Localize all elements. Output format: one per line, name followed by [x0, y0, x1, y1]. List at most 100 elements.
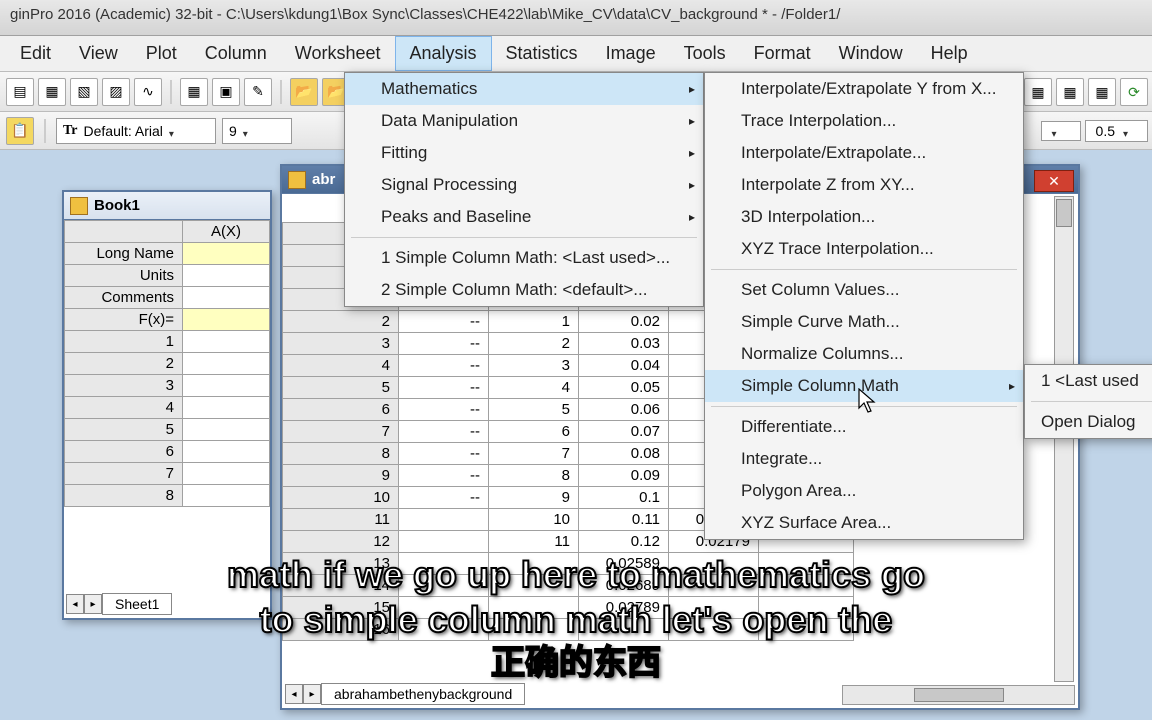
cell[interactable] [489, 597, 579, 619]
sheet-tab-sheet1[interactable]: Sheet1 [102, 593, 172, 615]
menu-tools[interactable]: Tools [670, 37, 740, 70]
menu-xyz-trace-interpolation[interactable]: XYZ Trace Interpolation... [705, 233, 1023, 265]
row-num[interactable]: 7 [65, 463, 183, 485]
tool-notes-icon[interactable]: ✎ [244, 78, 272, 106]
row-num[interactable]: 1 [65, 331, 183, 353]
tool-new-function-icon[interactable]: ∿ [134, 78, 162, 106]
cell[interactable]: -- [399, 355, 489, 377]
row-num[interactable]: 13 [283, 553, 399, 575]
cell[interactable]: 2 [489, 333, 579, 355]
cell[interactable]: 7 [489, 443, 579, 465]
cell[interactable]: 10 [489, 509, 579, 531]
row-num[interactable]: 8 [283, 443, 399, 465]
cell[interactable] [399, 597, 489, 619]
menu-last-used[interactable]: 1 <Last used [1025, 365, 1152, 397]
cell[interactable]: 0.02689 [579, 575, 669, 597]
cell[interactable]: 0.08 [579, 443, 669, 465]
menu-interpolate-y-from-x[interactable]: Interpolate/Extrapolate Y from X... [705, 73, 1023, 105]
col-header-a[interactable]: A(X) [183, 221, 270, 243]
tool-calendar-icon[interactable]: ▦ [1088, 78, 1116, 106]
menu-recent-1[interactable]: 1 Simple Column Math: <Last used>... [345, 242, 703, 274]
sheet-nav-next[interactable]: ▸ [84, 594, 102, 614]
menu-integrate[interactable]: Integrate... [705, 443, 1023, 475]
line-style-select[interactable] [1041, 121, 1081, 141]
cell[interactable]: 6 [489, 421, 579, 443]
cell[interactable] [399, 619, 489, 641]
row-num[interactable]: 3 [283, 333, 399, 355]
cell[interactable]: -- [399, 443, 489, 465]
cell[interactable] [399, 509, 489, 531]
menu-set-column-values[interactable]: Set Column Values... [705, 274, 1023, 306]
cell[interactable] [183, 397, 270, 419]
cell[interactable]: 0.03 [579, 333, 669, 355]
cell[interactable] [183, 419, 270, 441]
cell[interactable]: 3 [489, 355, 579, 377]
menu-window[interactable]: Window [825, 37, 917, 70]
menu-recent-2[interactable]: 2 Simple Column Math: <default>... [345, 274, 703, 306]
cell[interactable]: 0.06 [579, 399, 669, 421]
cell[interactable] [489, 619, 579, 641]
cell[interactable] [579, 619, 669, 641]
cell[interactable] [183, 265, 270, 287]
vertical-scrollbar[interactable] [1054, 196, 1074, 682]
sheet-tab-abraham[interactable]: abrahambethenybackground [321, 683, 525, 705]
cell[interactable] [399, 575, 489, 597]
row-num[interactable]: 14 [283, 575, 399, 597]
scroll-thumb[interactable] [1056, 199, 1072, 227]
cell[interactable] [183, 243, 270, 265]
cell[interactable] [183, 331, 270, 353]
line-width-select[interactable]: 0.5 [1085, 120, 1148, 142]
sheet-nav-prev[interactable]: ◂ [285, 684, 303, 704]
tool-new-workbook-icon[interactable]: ▦ [38, 78, 66, 106]
row-num[interactable]: 4 [65, 397, 183, 419]
menu-simple-column-math[interactable]: Simple Column Math▸ [705, 370, 1023, 402]
tool-grid-icon[interactable]: ▦ [1056, 78, 1084, 106]
row-num[interactable]: 3 [65, 375, 183, 397]
menu-edit[interactable]: Edit [6, 37, 65, 70]
menu-image[interactable]: Image [592, 37, 670, 70]
cell[interactable]: -- [399, 333, 489, 355]
row-num[interactable]: 8 [65, 485, 183, 507]
menu-differentiate[interactable]: Differentiate... [705, 411, 1023, 443]
cell[interactable] [183, 375, 270, 397]
cell[interactable]: 8 [489, 465, 579, 487]
menu-mathematics[interactable]: Mathematics▸ [345, 73, 703, 105]
menu-open-dialog[interactable]: Open Dialog [1025, 406, 1152, 438]
cell[interactable]: 5 [489, 399, 579, 421]
horizontal-scrollbar[interactable] [842, 685, 1075, 705]
cell[interactable]: 3.73398E-7 [759, 597, 854, 619]
menu-column[interactable]: Column [191, 37, 281, 70]
cell[interactable] [183, 287, 270, 309]
font-size-select[interactable]: 9 [222, 118, 292, 144]
sheet-nav-prev[interactable]: ◂ [66, 594, 84, 614]
row-num[interactable]: 6 [65, 441, 183, 463]
scroll-thumb[interactable] [914, 688, 1004, 702]
cell[interactable]: 0.02 [579, 311, 669, 333]
close-button[interactable]: ✕ [1034, 170, 1074, 192]
row-num[interactable]: 15 [283, 597, 399, 619]
window-book1-titlebar[interactable]: Book1 [64, 192, 270, 220]
cell[interactable] [669, 575, 759, 597]
cell[interactable]: 11 [489, 531, 579, 553]
menu-plot[interactable]: Plot [132, 37, 191, 70]
menu-peaks-baseline[interactable]: Peaks and Baseline▸ [345, 201, 703, 233]
tool-refresh-icon[interactable]: ⟳ [1120, 78, 1148, 106]
cell[interactable]: 9 [489, 487, 579, 509]
cell[interactable]: -- [399, 399, 489, 421]
cell[interactable]: 0.05 [579, 377, 669, 399]
menu-analysis[interactable]: Analysis [395, 36, 492, 71]
menu-3d-interpolation[interactable]: 3D Interpolation... [705, 201, 1023, 233]
cell[interactable]: 0.04 [579, 355, 669, 377]
menu-worksheet[interactable]: Worksheet [281, 37, 395, 70]
tool-paste-icon[interactable]: 📋 [6, 117, 34, 145]
row-num[interactable]: 11 [283, 509, 399, 531]
cell[interactable]: 0.1 [579, 487, 669, 509]
menu-help[interactable]: Help [917, 37, 982, 70]
menu-interpolate-extrapolate[interactable]: Interpolate/Extrapolate... [705, 137, 1023, 169]
menu-simple-curve-math[interactable]: Simple Curve Math... [705, 306, 1023, 338]
cell[interactable]: 4 [489, 377, 579, 399]
font-select[interactable]: Tr Default: Arial [56, 118, 216, 144]
cell[interactable]: -- [399, 487, 489, 509]
row-num[interactable]: 16 [283, 619, 399, 641]
cell[interactable]: 0.02589 [579, 553, 669, 575]
